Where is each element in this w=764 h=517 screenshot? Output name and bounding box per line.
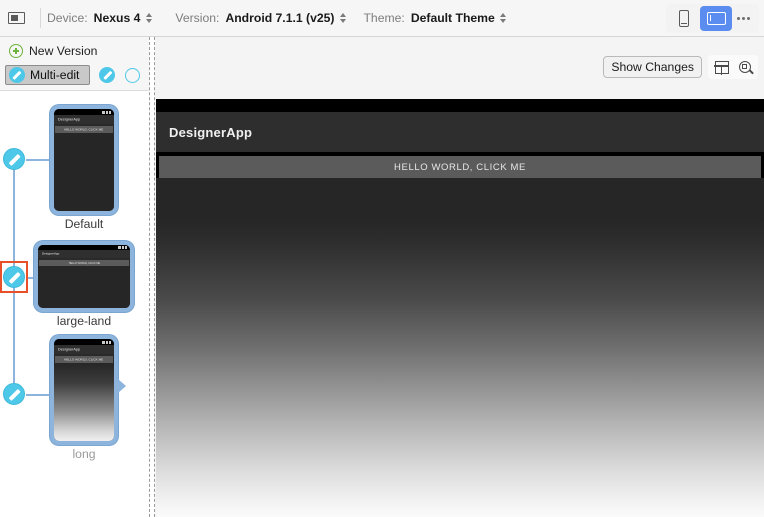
version-label-large-land: large-land (56, 314, 112, 328)
preview-hello-world-label: HELLO WORLD, CLICK ME (394, 161, 526, 173)
content-area (54, 363, 114, 441)
version-tree: DesignerApp HELLO WORLD, CLICK ME Defaul… (0, 91, 149, 517)
version-label-default: Default (64, 217, 104, 231)
version-thumbnail-screen: DesignerApp HELLO WORLD, CLICK ME (54, 109, 114, 211)
version-node-default[interactable] (3, 148, 25, 170)
versions-panel-header: New Version Multi-edit (0, 37, 149, 91)
zoom-region-icon (738, 61, 751, 73)
show-changes-button[interactable]: Show Changes (603, 56, 702, 78)
hello-world-button-label: HELLO WORLD, CLICK ME (64, 127, 104, 132)
hello-world-button[interactable]: HELLO WORLD, CLICK ME (55, 126, 113, 133)
device-label: Device: (47, 11, 88, 25)
multi-edit-row: Multi-edit (5, 65, 141, 85)
device-selector[interactable]: Device: Nexus 4 (47, 10, 153, 26)
preview-icon-group (708, 55, 758, 79)
preview-app-title: DesignerApp (169, 124, 253, 140)
preview-content-area (156, 178, 764, 517)
app-bar-title: DesignerApp (58, 347, 81, 352)
multi-edit-label: Multi-edit (30, 68, 80, 82)
version-selector[interactable]: Version: Android 7.1.1 (v25) (175, 10, 347, 26)
toolbar-divider (40, 8, 41, 28)
circle-outline-icon[interactable] (125, 67, 141, 83)
version-stepper-icon[interactable] (338, 10, 347, 26)
designer-window: Device: Nexus 4 Version: Android 7.1.1 (… (0, 0, 764, 517)
orientation-landscape-button[interactable] (700, 5, 732, 31)
app-bar: DesignerApp (38, 250, 130, 258)
tree-edge-default (26, 159, 50, 161)
preview-status-bar (156, 99, 764, 112)
show-changes-label: Show Changes (611, 60, 694, 74)
new-version-button[interactable]: New Version (9, 44, 97, 58)
version-label: Version: (175, 11, 220, 25)
tree-edge-long (26, 394, 50, 396)
app-bar: DesignerApp (54, 345, 114, 354)
version-thumbnail-large-land[interactable]: DesignerApp HELLO WORLD, CLICK ME (34, 241, 134, 312)
preview-panel: Show Changes DesignerApp HELLO WORLD, CL… (155, 37, 764, 517)
top-toolbar: Device: Nexus 4 Version: Android 7.1.1 (… (0, 0, 764, 37)
versions-panel: New Version Multi-edit DesignerApp HELLO… (0, 37, 149, 517)
orientation-portrait-button[interactable] (668, 6, 700, 31)
split-layout-icon (714, 60, 729, 75)
tablet-landscape-icon (706, 11, 726, 25)
split-layout-button[interactable] (710, 56, 733, 78)
device-stepper-icon[interactable] (144, 10, 153, 26)
plus-circle-icon (9, 44, 23, 58)
hello-world-button[interactable]: HELLO WORLD, CLICK ME (55, 356, 113, 363)
version-node-selection-box (0, 261, 28, 293)
version-value: Android 7.1.1 (v25) (225, 11, 335, 25)
theme-value: Default Theme (410, 11, 495, 25)
app-bar-title: DesignerApp (42, 252, 60, 256)
new-version-label: New Version (29, 44, 98, 58)
device-preview: DesignerApp HELLO WORLD, CLICK ME (156, 99, 764, 517)
content-area (38, 266, 130, 308)
version-thumbnail-long[interactable]: DesignerApp HELLO WORLD, CLICK ME (50, 335, 118, 445)
theme-stepper-icon[interactable] (499, 10, 508, 26)
hello-world-button-label: HELLO WORLD, CLICK ME (68, 261, 100, 265)
phone-portrait-icon (679, 9, 689, 27)
edit-mode-pencil-icon[interactable] (99, 67, 116, 83)
preview-toolbar: Show Changes (603, 55, 758, 79)
version-thumbnail-screen: DesignerApp HELLO WORLD, CLICK ME (54, 339, 114, 441)
display-icon (8, 12, 25, 24)
overflow-menu-icon[interactable] (737, 16, 750, 20)
preview-app-bar: DesignerApp (156, 112, 764, 152)
version-thumbnail-default[interactable]: DesignerApp HELLO WORLD, CLICK ME (50, 105, 118, 215)
version-expand-arrow-icon[interactable] (118, 379, 126, 393)
version-node-long[interactable] (3, 383, 25, 405)
pencil-icon (9, 67, 25, 83)
theme-selector[interactable]: Theme: Default Theme (363, 10, 507, 26)
multi-edit-button[interactable]: Multi-edit (5, 65, 91, 85)
content-area (54, 133, 114, 211)
orientation-toggle-group (666, 3, 759, 33)
zoom-region-button[interactable] (733, 56, 756, 78)
hello-world-button-label: HELLO WORLD, CLICK ME (64, 357, 104, 362)
app-bar-title: DesignerApp (58, 117, 81, 122)
app-bar: DesignerApp (54, 115, 114, 124)
version-thumbnail-screen: DesignerApp HELLO WORLD, CLICK ME (38, 245, 130, 308)
device-value: Nexus 4 (93, 11, 141, 25)
theme-label: Theme: (363, 11, 405, 25)
preview-hello-world-button[interactable]: HELLO WORLD, CLICK ME (159, 156, 761, 178)
version-label-long: long (72, 447, 96, 461)
